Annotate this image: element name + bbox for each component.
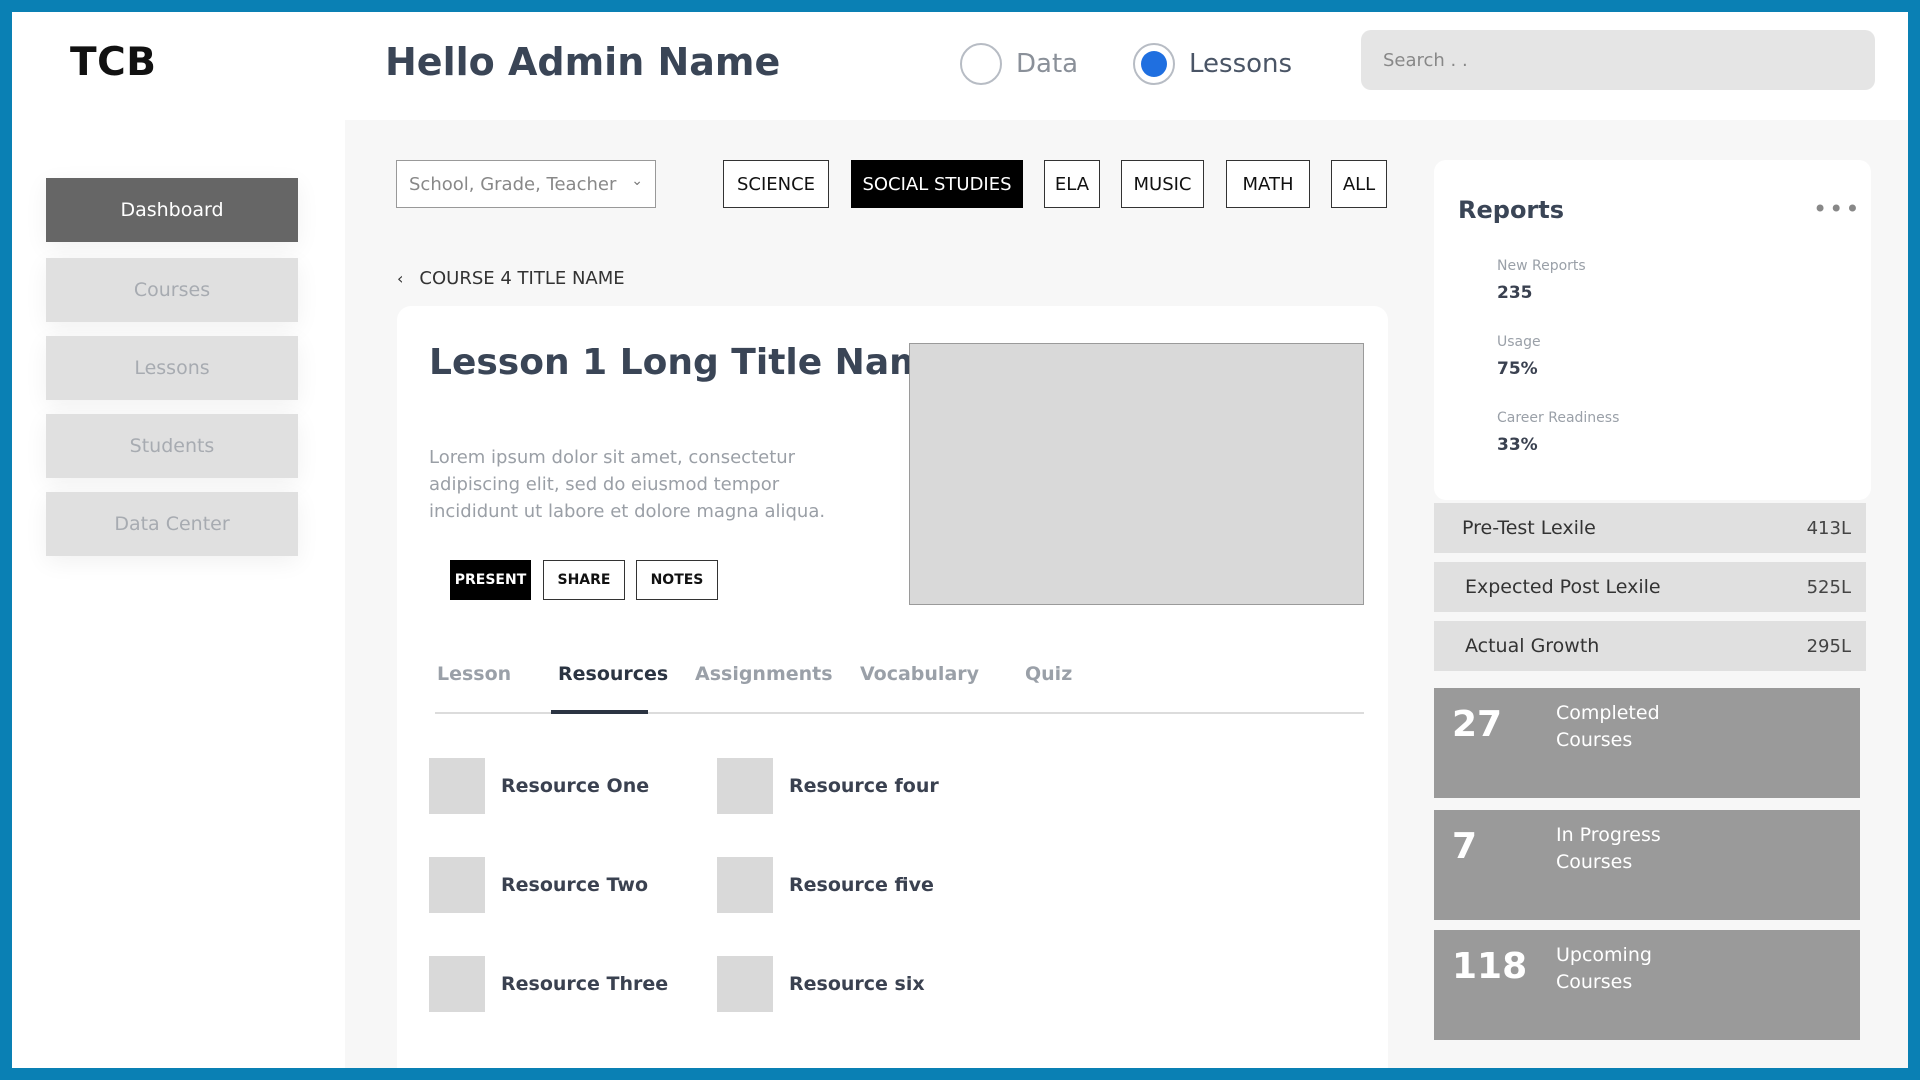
- lexile-row-expected-post: Expected Post Lexile 525L: [1434, 562, 1866, 612]
- lesson-media-placeholder: [909, 343, 1364, 605]
- sidebar-item-data-center[interactable]: Data Center: [46, 492, 298, 556]
- lexile-value: 295L: [1806, 635, 1851, 657]
- metric-label: Career Readiness: [1497, 410, 1620, 426]
- resource-thumbnail: [717, 857, 773, 913]
- lesson-title: Lesson 1 Long Title Name: [429, 342, 952, 383]
- resource-thumbnail: [429, 956, 485, 1012]
- stat-label-line: Courses: [1556, 971, 1633, 993]
- lexile-value: 525L: [1806, 576, 1851, 598]
- sidebar-item-lessons[interactable]: Lessons: [46, 336, 298, 400]
- resource-item[interactable]: Resource four: [717, 758, 939, 814]
- stat-label-line: Courses: [1556, 729, 1633, 751]
- breadcrumb-label: COURSE 4 TITLE NAME: [419, 268, 625, 289]
- brand-logo: TCB: [70, 40, 157, 85]
- lexile-row-actual-growth: Actual Growth 295L: [1434, 621, 1866, 671]
- lexile-label: Expected Post Lexile: [1465, 576, 1661, 598]
- resource-thumbnail: [717, 758, 773, 814]
- stat-label-line: In Progress: [1556, 824, 1661, 846]
- app-frame: TCB Hello Admin Name Data Lessons Search…: [12, 12, 1908, 1068]
- resource-thumbnail: [429, 758, 485, 814]
- stat-number: 27: [1452, 704, 1503, 745]
- tab-assignments[interactable]: Assignments: [695, 663, 833, 685]
- metric-value: 33%: [1497, 435, 1538, 455]
- resource-item[interactable]: Resource five: [717, 857, 934, 913]
- toggle-data-label: Data: [1016, 49, 1079, 79]
- resource-item[interactable]: Resource six: [717, 956, 925, 1012]
- stat-label: Completed Courses: [1556, 700, 1756, 754]
- subject-social-studies-button[interactable]: SOCIAL STUDIES: [851, 160, 1023, 208]
- page-greeting: Hello Admin Name: [385, 40, 781, 84]
- stat-in-progress-courses[interactable]: 7 In Progress Courses: [1434, 810, 1860, 920]
- sidebar-item-dashboard[interactable]: Dashboard: [46, 178, 298, 242]
- metric-value: 235: [1497, 283, 1533, 303]
- active-tab-indicator: [551, 710, 648, 714]
- stat-upcoming-courses[interactable]: 118 Upcoming Courses: [1434, 930, 1860, 1040]
- sidebar-item-students[interactable]: Students: [46, 414, 298, 478]
- lexile-label: Actual Growth: [1465, 635, 1600, 657]
- radio-dot: [1141, 51, 1167, 77]
- resource-label: Resource One: [501, 775, 650, 797]
- resource-label: Resource four: [789, 775, 939, 797]
- subject-all-button[interactable]: ALL: [1331, 160, 1387, 208]
- notes-button[interactable]: NOTES: [636, 560, 718, 600]
- resource-label: Resource six: [789, 973, 925, 995]
- tab-lesson[interactable]: Lesson: [437, 663, 511, 685]
- subject-science-button[interactable]: SCIENCE: [723, 160, 829, 208]
- resource-item[interactable]: Resource One: [429, 758, 649, 814]
- stat-completed-courses[interactable]: 27 Completed Courses: [1434, 688, 1860, 798]
- subject-ela-button[interactable]: ELA: [1044, 160, 1100, 208]
- stat-number: 118: [1452, 946, 1528, 987]
- subject-math-button[interactable]: MATH: [1226, 160, 1310, 208]
- stat-label: In Progress Courses: [1556, 822, 1756, 876]
- metric-label: New Reports: [1497, 258, 1586, 274]
- toggle-data[interactable]: Data: [960, 43, 1078, 85]
- tab-vocabulary[interactable]: Vocabulary: [860, 663, 979, 685]
- resource-item[interactable]: Resource Three: [429, 956, 668, 1012]
- stat-label-line: Courses: [1556, 851, 1633, 873]
- radio-selected-icon[interactable]: [1133, 43, 1175, 85]
- resource-label: Resource Three: [501, 973, 669, 995]
- sidebar-item-courses[interactable]: Courses: [46, 258, 298, 322]
- breadcrumb[interactable]: ‹ COURSE 4 TITLE NAME: [397, 268, 625, 289]
- subject-music-button[interactable]: MUSIC: [1121, 160, 1204, 208]
- school-grade-teacher-select[interactable]: School, Grade, Teacher ⌄: [396, 160, 656, 208]
- lexile-label: Pre-Test Lexile: [1462, 517, 1596, 539]
- sidebar: Dashboard Courses Lessons Students Data …: [12, 120, 342, 1068]
- present-button[interactable]: PRESENT: [450, 560, 531, 600]
- metric-value: 75%: [1497, 359, 1538, 379]
- lexile-row-pre-test: Pre-Test Lexile 413L: [1434, 503, 1866, 553]
- toggle-lessons-label: Lessons: [1189, 49, 1293, 79]
- radio-unselected-icon[interactable]: [960, 43, 1002, 85]
- search-input[interactable]: Search . .: [1361, 30, 1875, 90]
- resource-thumbnail: [429, 857, 485, 913]
- stat-number: 7: [1452, 826, 1478, 867]
- select-value: School, Grade, Teacher: [409, 173, 617, 195]
- tab-resources[interactable]: Resources: [558, 663, 668, 685]
- chevron-down-icon: ⌄: [631, 173, 643, 189]
- resource-thumbnail: [717, 956, 773, 1012]
- toggle-lessons[interactable]: Lessons: [1133, 43, 1292, 85]
- chevron-left-icon[interactable]: ‹: [397, 269, 403, 288]
- search-placeholder: Search . .: [1383, 49, 1468, 71]
- metric-label: Usage: [1497, 334, 1541, 350]
- stat-label-line: Upcoming: [1556, 944, 1652, 966]
- resource-label: Resource Two: [501, 874, 649, 896]
- stat-label-line: Completed: [1556, 702, 1660, 724]
- resource-label: Resource five: [789, 874, 934, 896]
- resource-item[interactable]: Resource Two: [429, 857, 648, 913]
- lexile-value: 413L: [1806, 517, 1851, 539]
- more-horizontal-icon[interactable]: •••: [1813, 195, 1861, 223]
- tab-quiz[interactable]: Quiz: [1025, 663, 1072, 685]
- stat-label: Upcoming Courses: [1556, 942, 1756, 996]
- reports-title: Reports: [1458, 196, 1565, 224]
- lesson-description: Lorem ipsum dolor sit amet, consectetur …: [429, 447, 826, 522]
- share-button[interactable]: SHARE: [543, 560, 625, 600]
